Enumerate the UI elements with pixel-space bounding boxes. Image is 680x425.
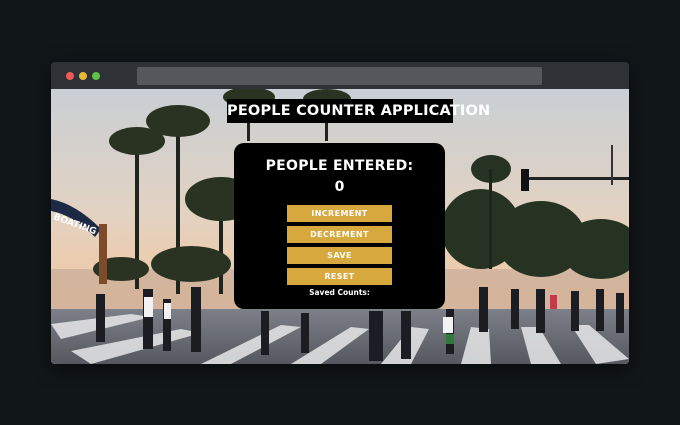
- page-viewport: BOATING PEOPLE COUNTER APPLICATION PEOPL…: [51, 89, 629, 364]
- save-button[interactable]: SAVE: [287, 247, 392, 264]
- browser-window: BOATING PEOPLE COUNTER APPLICATION PEOPL…: [51, 62, 629, 364]
- increment-button[interactable]: INCREMENT: [287, 205, 392, 222]
- reset-button[interactable]: RESET: [287, 268, 392, 285]
- close-window-dot[interactable]: [66, 72, 74, 80]
- saved-counts-label: Saved Counts:: [309, 288, 370, 297]
- maximize-window-dot[interactable]: [92, 72, 100, 80]
- counter-panel: PEOPLE ENTERED: 0 INCREMENT DECREMENT SA…: [234, 143, 445, 309]
- people-count-value: 0: [334, 179, 345, 195]
- app-title: PEOPLE COUNTER APPLICATION: [227, 99, 490, 123]
- browser-titlebar: [51, 62, 629, 89]
- decrement-button[interactable]: DECREMENT: [287, 226, 392, 243]
- people-entered-heading: PEOPLE ENTERED:: [265, 158, 414, 174]
- address-bar[interactable]: [137, 67, 542, 85]
- minimize-window-dot[interactable]: [79, 72, 87, 80]
